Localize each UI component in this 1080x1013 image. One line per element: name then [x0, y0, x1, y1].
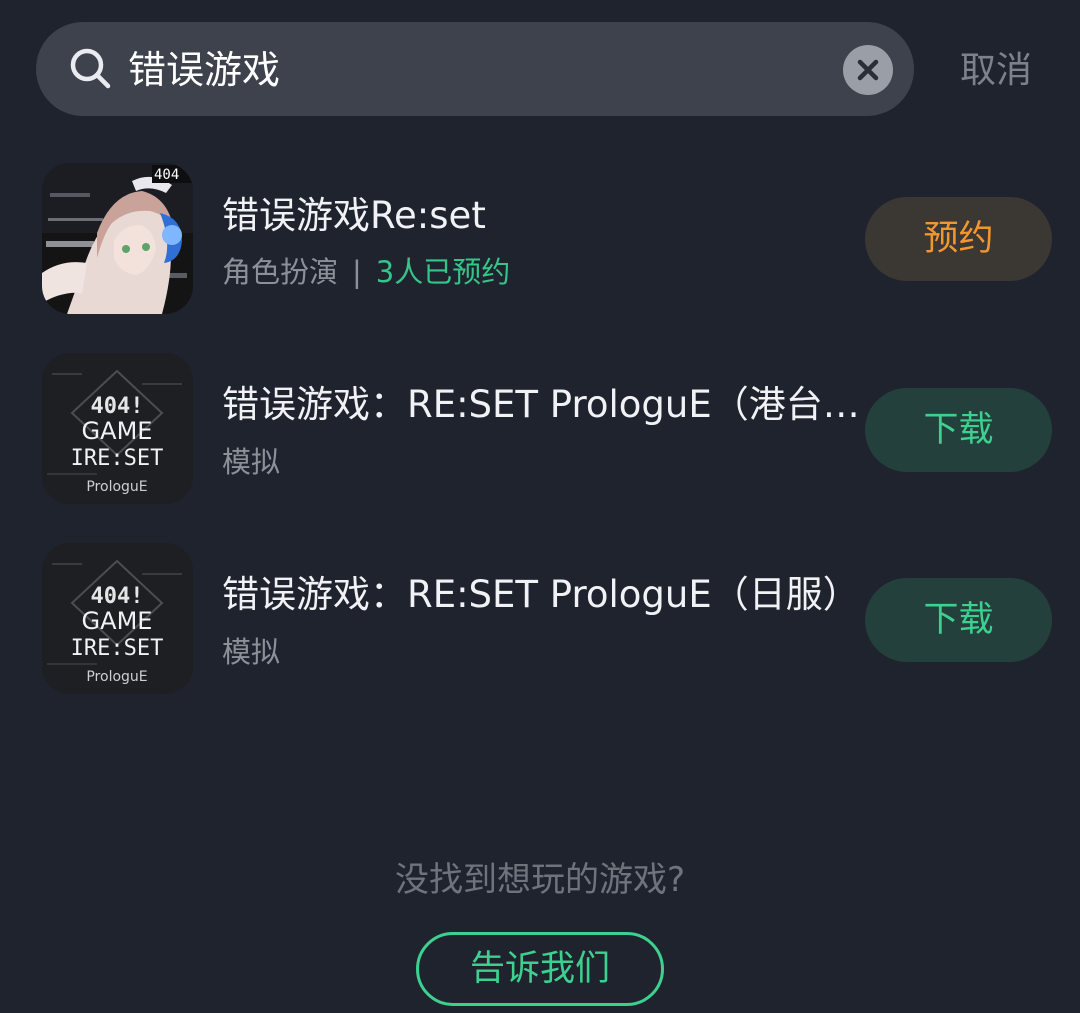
game-title[interactable]: 错误游戏：RE:SET ProloguE（港台…: [222, 383, 860, 427]
game-title[interactable]: 错误游戏Re:set: [222, 194, 486, 238]
icon-label: IRE:SET: [71, 446, 164, 471]
game-category: 模拟: [222, 635, 281, 669]
game-meta: 角色扮演 | 3人已预约: [222, 254, 510, 290]
svg-text:404: 404: [154, 167, 179, 183]
download-button[interactable]: 下载: [865, 578, 1052, 662]
icon-label: ProloguE: [86, 479, 147, 495]
icon-label: IRE:SET: [71, 636, 164, 661]
game-thumbnail-anime[interactable]: 404: [42, 163, 193, 314]
icon-label: ProloguE: [86, 669, 147, 685]
reserve-button[interactable]: 预约: [865, 197, 1052, 281]
not-found-hint: 没找到想玩的游戏?: [394, 860, 686, 900]
game-thumbnail-prologue[interactable]: 404! GAME IRE:SET ProloguE: [42, 353, 193, 504]
search-input[interactable]: 错误游戏: [128, 48, 280, 92]
game-category: 模拟: [222, 445, 281, 479]
reservation-count: 3人已预约: [375, 255, 511, 289]
meta-separator: |: [352, 255, 362, 289]
download-button[interactable]: 下载: [865, 388, 1052, 472]
feedback-button[interactable]: 告诉我们: [416, 932, 664, 1006]
icon-label: 404!: [91, 584, 144, 609]
icon-label: GAME: [82, 607, 153, 635]
icon-label: GAME: [82, 417, 153, 445]
game-thumbnail-prologue[interactable]: 404! GAME IRE:SET ProloguE: [42, 543, 193, 694]
game-title[interactable]: 错误游戏：RE:SET ProloguE（日服）: [222, 573, 860, 617]
cancel-button[interactable]: 取消: [960, 50, 1032, 92]
close-icon: [857, 59, 879, 81]
game-category: 角色扮演: [222, 255, 339, 289]
clear-search-button[interactable]: [843, 45, 893, 95]
icon-label: 404!: [91, 394, 144, 419]
search-icon: [70, 48, 111, 89]
